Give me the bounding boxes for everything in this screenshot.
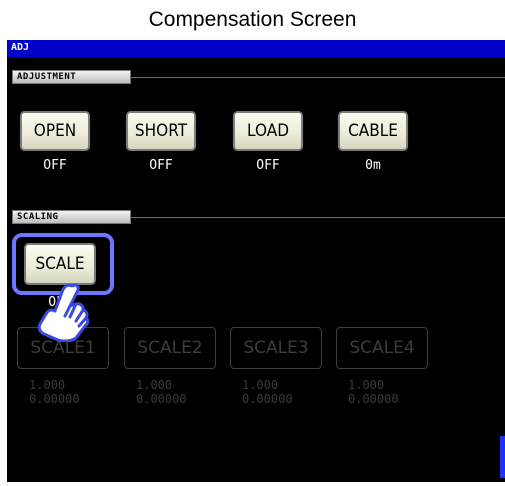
instrument-screen: ADJ ADJUSTMENT OPEN OFF SHORT OFF LOAD O… <box>7 40 505 482</box>
scaling-divider <box>131 217 505 218</box>
pointing-hand-icon <box>37 283 90 342</box>
screen-title: ADJ <box>11 42 30 53</box>
scaling-section-label: SCALING <box>17 212 59 222</box>
cable-length: 0m <box>365 158 381 173</box>
scale1-coefficient-a: 1.000 <box>29 378 66 392</box>
short-button[interactable]: SHORT <box>125 111 197 151</box>
load-status: OFF <box>256 158 280 173</box>
scale4-coefficient-a: 1.000 <box>348 378 385 392</box>
scroll-tab[interactable] <box>500 436 505 478</box>
scale4-button[interactable]: SCALE4 <box>336 327 428 369</box>
open-button[interactable]: OPEN <box>19 111 91 151</box>
scale3-coefficient-a: 1.000 <box>242 378 279 392</box>
load-button[interactable]: LOAD <box>232 111 304 151</box>
adjustment-section-label: ADJUSTMENT <box>17 72 77 82</box>
scale3-offset-b: 0.00000 <box>242 392 293 406</box>
scale2-button[interactable]: SCALE2 <box>124 327 216 369</box>
scale4-offset-b: 0.00000 <box>348 392 399 406</box>
adjustment-divider <box>131 77 505 78</box>
title-bar: ADJ <box>7 40 505 58</box>
scale2-offset-b: 0.00000 <box>136 392 187 406</box>
scale2-coefficient-a: 1.000 <box>136 378 173 392</box>
cable-button[interactable]: CABLE <box>337 111 409 151</box>
short-status: OFF <box>149 158 173 173</box>
adjustment-section-tag: ADJUSTMENT <box>12 70 131 84</box>
screen-caption: Compensation Screen <box>148 8 357 31</box>
scaling-section-tag: SCALING <box>12 210 131 224</box>
scale3-button[interactable]: SCALE3 <box>230 327 322 369</box>
scale1-offset-b: 0.00000 <box>29 392 80 406</box>
open-status: OFF <box>43 158 67 173</box>
